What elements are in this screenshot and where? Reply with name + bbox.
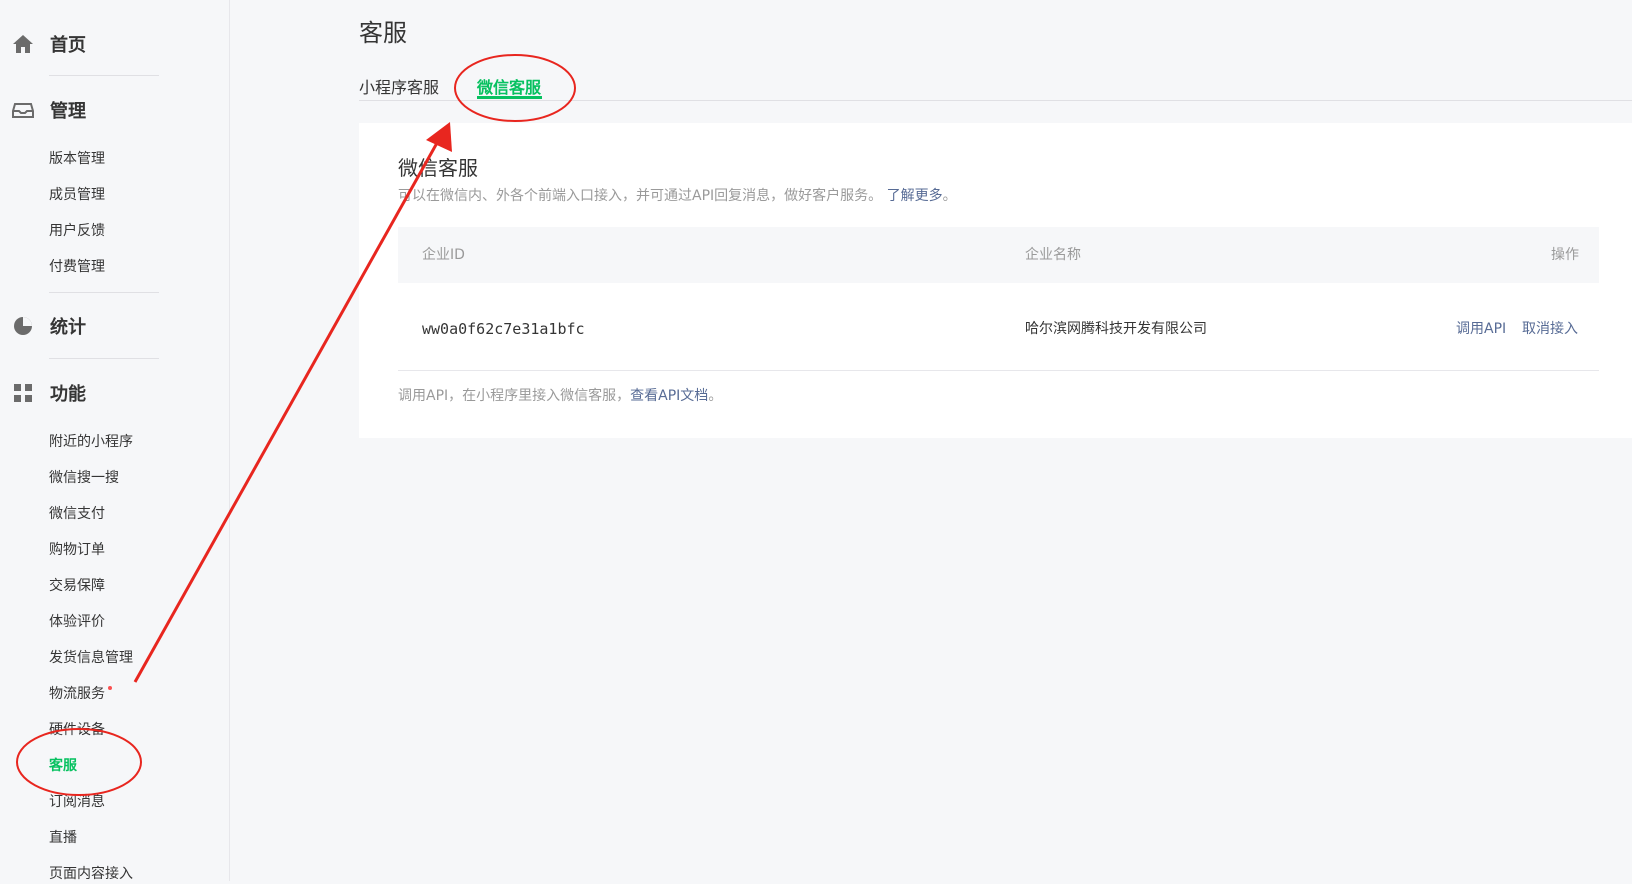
sidebar-item-review[interactable]: 体验评价 [49,612,105,632]
card-description: 可以在微信内、外各个前端入口接入，并可通过API回复消息，做好客户服务。 了解更… [398,185,957,205]
card-footer-text: 调用API，在小程序里接入微信客服， [398,388,631,404]
sidebar-section-label: 功能 [50,384,86,405]
sidebar-divider [49,358,159,359]
enterprise-name-cell: 哈尔滨网腾科技开发有限公司 [1025,321,1207,337]
sidebar-item-shipping[interactable]: 发货信息管理 [49,648,133,668]
call-api-link[interactable]: 调用API [1456,288,1506,370]
wechat-service-card: 微信客服 可以在微信内、外各个前端入口接入，并可通过API回复消息，做好客户服务… [359,123,1632,438]
table-row: ww0a0f62c7e31a1bfc 哈尔滨网腾科技开发有限公司 调用API 取… [398,288,1599,371]
sidebar-item-guarantee[interactable]: 交易保障 [49,576,105,596]
sidebar-item-nearby[interactable]: 附近的小程序 [49,432,133,452]
sidebar-item-orders[interactable]: 购物订单 [49,540,105,560]
table-header: 企业ID 企业名称 操作 [398,227,1599,283]
card-description-text: 可以在微信内、外各个前端入口接入，并可通过API回复消息，做好客户服务。 [398,188,883,204]
sidebar-item-live[interactable]: 直播 [49,828,77,848]
sidebar-divider [49,292,159,293]
sidebar-section-label: 首页 [50,35,86,56]
sidebar-item-members[interactable]: 成员管理 [49,185,105,205]
pie-chart-icon [12,315,34,337]
column-header-actions: 操作 [1551,247,1579,263]
sidebar-item-page-content[interactable]: 页面内容接入 [49,864,133,884]
sidebar-section-manage[interactable]: 管理 [12,95,86,125]
tab-miniprogram-service[interactable]: 小程序客服 [359,74,439,98]
column-header-enterprise-name: 企业名称 [1025,247,1081,263]
sidebar-item-search[interactable]: 微信搜一搜 [49,468,119,488]
sidebar-section-label: 统计 [50,317,86,338]
card-title: 微信客服 [398,156,478,180]
inbox-icon [12,99,34,121]
sidebar-section-home[interactable]: 首页 [12,29,86,59]
cancel-access-link[interactable]: 取消接入 [1522,288,1578,370]
sidebar-item-hardware[interactable]: 硬件设备 [49,720,105,740]
sidebar-divider [49,75,159,76]
api-docs-link[interactable]: 查看API文档 [630,388,708,404]
active-tab-indicator [477,96,542,99]
sidebar-item-feedback[interactable]: 用户反馈 [49,221,105,241]
sidebar-item-version[interactable]: 版本管理 [49,149,105,169]
sidebar-item-subscribe[interactable]: 订阅消息 [49,792,105,812]
enterprise-id-cell: ww0a0f62c7e31a1bfc [422,320,585,338]
tab-bar: 小程序客服 微信客服 [359,70,1632,101]
learn-more-link[interactable]: 了解更多 [887,188,943,204]
notification-dot [108,686,112,690]
home-icon [12,33,34,55]
page-title: 客服 [359,19,407,47]
sidebar-item-customer-service[interactable]: 客服 [49,756,77,776]
sidebar-section-stats[interactable]: 统计 [12,311,86,341]
sidebar-item-pay[interactable]: 微信支付 [49,504,105,524]
sidebar-section-features[interactable]: 功能 [12,378,86,408]
card-footer: 调用API，在小程序里接入微信客服，查看API文档。 [398,385,722,405]
card-description-suffix: 。 [942,188,957,204]
column-header-enterprise-id: 企业ID [422,247,465,263]
sidebar-section-label: 管理 [50,101,86,122]
grid-icon [12,382,34,404]
tab-wechat-service[interactable]: 微信客服 [477,74,541,98]
sidebar: 首页 管理 版本管理 成员管理 用户反馈 付费管理 统计 功能 附近的小程序 微… [0,0,230,884]
card-footer-suffix: 。 [708,388,723,404]
sidebar-item-logistics[interactable]: 物流服务 [49,684,105,704]
sidebar-item-payment[interactable]: 付费管理 [49,257,105,277]
